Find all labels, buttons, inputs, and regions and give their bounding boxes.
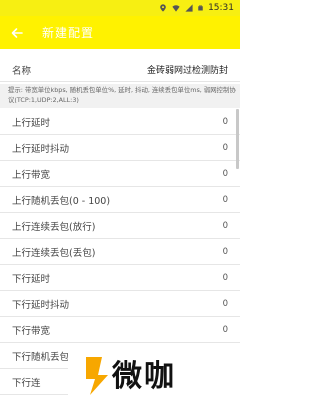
- config-row-value[interactable]: 0: [223, 221, 228, 231]
- back-button[interactable]: [0, 16, 34, 49]
- config-row-value[interactable]: 0: [223, 117, 228, 127]
- config-row[interactable]: 上行延时 0: [0, 109, 240, 135]
- config-row-label: 下行延时抖动: [12, 299, 70, 311]
- arrow-back-icon: [11, 27, 23, 38]
- page-title: 新建配置: [42, 26, 95, 40]
- status-bar: 15:31: [0, 0, 240, 16]
- signal-icon: [185, 4, 193, 12]
- config-row-label: 上行延时: [12, 117, 51, 129]
- config-row-value[interactable]: 0: [223, 273, 228, 283]
- watermark-logo-icon: [86, 357, 108, 395]
- config-row[interactable]: 上行连续丢包(放行) 0: [0, 213, 240, 239]
- config-row-label: 上行延时抖动: [12, 143, 70, 155]
- config-row[interactable]: 上行延时抖动 0: [0, 135, 240, 161]
- scrollbar[interactable]: [236, 109, 239, 169]
- config-row[interactable]: 上行随机丢包(0 - 100) 0: [0, 187, 240, 213]
- config-row-label: 下行延时: [12, 273, 51, 285]
- config-row-value[interactable]: 0: [223, 299, 228, 309]
- hint-text: 提示: 带宽单位kbps, 随机丢包单位%, 延时, 抖动, 连续丢包单位ms,…: [0, 84, 240, 108]
- battery-icon: [198, 5, 203, 11]
- config-row-value[interactable]: 0: [223, 247, 228, 257]
- config-row-value[interactable]: 0: [223, 169, 228, 179]
- config-row-value[interactable]: 0: [223, 325, 228, 335]
- config-row-value[interactable]: 0: [223, 143, 228, 153]
- location-icon: [160, 4, 166, 12]
- name-field-label: 名称: [12, 65, 32, 77]
- config-row-label: 上行连续丢包(丢包): [12, 247, 96, 259]
- name-field-value[interactable]: 金砖弱网过检测防封: [147, 63, 228, 76]
- status-time: 15:31: [208, 3, 234, 13]
- config-row[interactable]: 上行连续丢包(丢包) 0: [0, 239, 240, 265]
- config-row-label: 上行带宽: [12, 169, 51, 181]
- config-row-value[interactable]: 0: [223, 195, 228, 205]
- watermark-text: 微咖: [112, 359, 176, 394]
- app-bar: 新建配置: [0, 16, 240, 49]
- config-row[interactable]: 下行延时抖动 0: [0, 291, 240, 317]
- config-row[interactable]: 下行延时 0: [0, 265, 240, 291]
- config-row-label: 上行随机丢包(0 - 100): [12, 195, 111, 207]
- config-row-label: 下行带宽: [12, 325, 51, 337]
- config-row-label: 上行连续丢包(放行): [12, 221, 96, 233]
- name-field[interactable]: 名称 金砖弱网过检测防封: [0, 58, 240, 82]
- config-row-label: 下行连: [12, 377, 41, 389]
- config-row[interactable]: 上行带宽 0: [0, 161, 240, 187]
- watermark: 微咖: [68, 346, 240, 400]
- wifi-icon: [172, 5, 180, 12]
- config-row[interactable]: 下行带宽 0: [0, 317, 240, 343]
